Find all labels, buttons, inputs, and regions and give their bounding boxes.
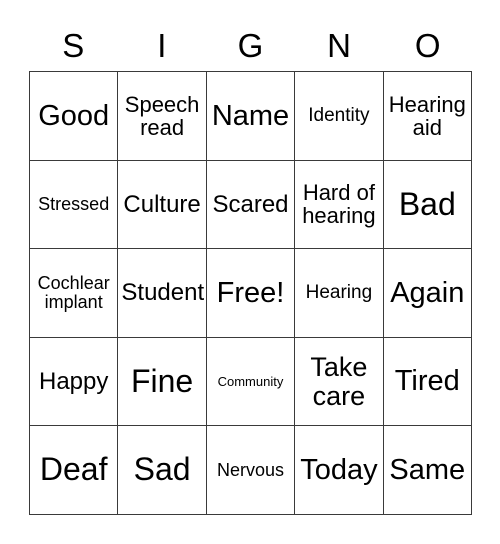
bingo-cell-label: Free! <box>216 276 285 309</box>
bingo-cell-free[interactable]: Free! <box>206 249 296 338</box>
bingo-cell-label: Take care <box>310 352 368 411</box>
bingo-cell-label: Scared <box>212 190 289 218</box>
bingo-cell-label: Culture <box>123 190 201 218</box>
bingo-cell-label: Bad <box>398 185 456 222</box>
bingo-cell[interactable]: Hearing aid <box>383 72 472 161</box>
bingo-cell[interactable]: Stressed <box>30 160 119 250</box>
bingo-cell-label: Hearing aid <box>388 91 466 140</box>
bingo-cell-label: Name <box>211 99 290 132</box>
bingo-cell-label: Tired <box>394 365 460 398</box>
bingo-cell[interactable]: Name <box>206 72 296 161</box>
bingo-cell[interactable]: Take care <box>295 337 384 427</box>
bingo-cell-label: Community <box>217 373 284 389</box>
bingo-card: S I G N O Good Speech read Name Identity… <box>0 0 500 544</box>
header-letter-o: O <box>414 26 441 64</box>
bingo-cell-label: Stressed <box>38 193 110 214</box>
bingo-cell-label: Hearing <box>305 282 373 304</box>
bingo-cell-label: Identity <box>308 104 370 126</box>
bingo-cell-label: Sad <box>133 451 191 488</box>
bingo-cell[interactable]: Bad <box>383 160 472 250</box>
header-letter-s: S <box>62 26 85 64</box>
bingo-cell-label: Cochlear implant <box>37 273 110 312</box>
bingo-header-row: S I G N O <box>29 22 472 68</box>
bingo-cell[interactable]: Again <box>383 249 472 338</box>
bingo-cell[interactable]: Speech read <box>118 72 207 161</box>
bingo-cell-label: Fine <box>130 362 194 399</box>
header-letter-n: N <box>327 26 351 64</box>
bingo-cell[interactable]: Good <box>30 72 119 161</box>
bingo-cell[interactable]: Same <box>383 426 472 515</box>
bingo-cell[interactable]: Deaf <box>30 426 119 515</box>
bingo-cell-label: Speech read <box>124 91 200 140</box>
bingo-cell[interactable]: Culture <box>118 160 207 250</box>
bingo-cell[interactable]: Nervous <box>206 426 296 515</box>
bingo-cell-label: Student <box>121 279 205 307</box>
bingo-cell[interactable]: Tired <box>383 337 472 427</box>
bingo-cell[interactable]: Scared <box>206 160 296 250</box>
bingo-cell[interactable]: Today <box>295 426 384 515</box>
bingo-cell-label: Happy <box>39 368 109 395</box>
bingo-cell[interactable]: Student <box>118 249 207 338</box>
header-letter-i: I <box>157 26 167 64</box>
header-letter-g: G <box>237 26 264 64</box>
bingo-cell-label: Today <box>300 453 378 486</box>
bingo-cell[interactable]: Fine <box>118 337 207 427</box>
bingo-cell[interactable]: Cochlear implant <box>30 249 119 338</box>
bingo-cell[interactable]: Hard of hearing <box>295 160 384 250</box>
bingo-cell[interactable]: Sad <box>118 426 207 515</box>
bingo-grid: Good Speech read Name Identity Hearing a… <box>29 71 472 515</box>
bingo-cell-label: Same <box>389 453 466 486</box>
bingo-cell[interactable]: Identity <box>295 72 384 161</box>
bingo-cell-label: Nervous <box>216 459 284 480</box>
bingo-cell-label: Good <box>38 99 110 132</box>
bingo-cell[interactable]: Happy <box>30 337 119 427</box>
bingo-cell[interactable]: Hearing <box>295 249 384 338</box>
bingo-cell-label: Again <box>390 276 465 309</box>
bingo-cell-label: Deaf <box>39 451 108 488</box>
bingo-cell-label: Hard of hearing <box>302 180 376 229</box>
bingo-cell[interactable]: Community <box>206 337 296 427</box>
